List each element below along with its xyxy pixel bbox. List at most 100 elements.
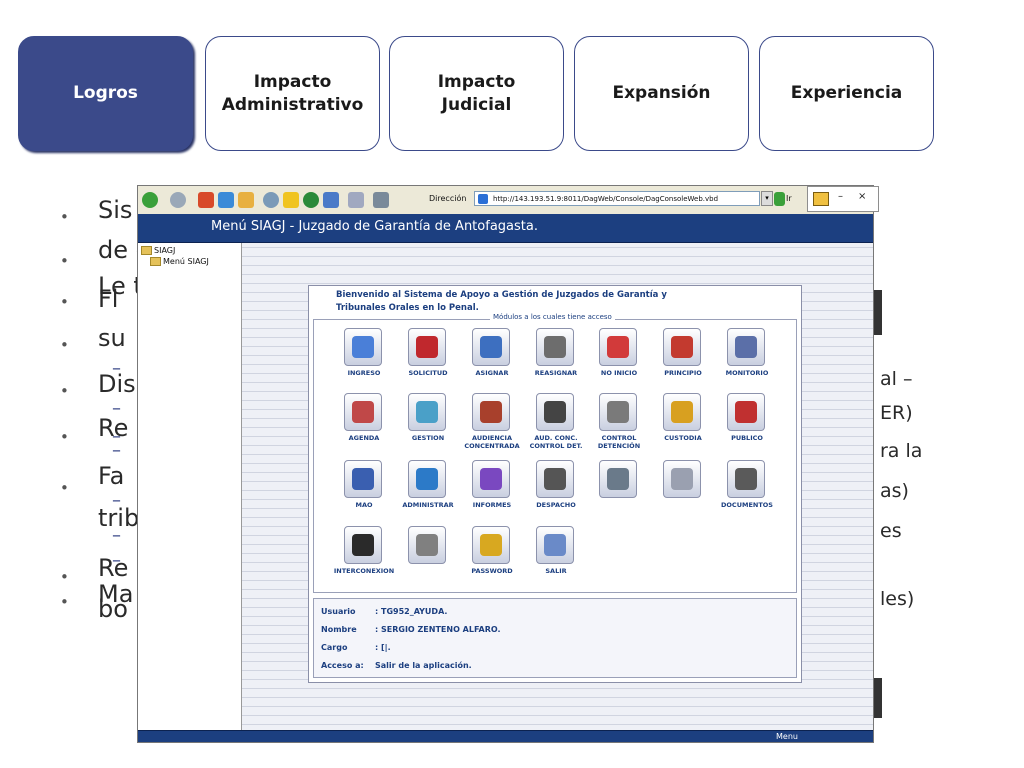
module-label: ASIGNAR bbox=[475, 369, 509, 377]
background-rule bbox=[242, 283, 873, 284]
module-aud-conc-control-det-button[interactable]: AUD. CONC. CONTROL DET. bbox=[521, 393, 591, 451]
module-tools-button[interactable] bbox=[393, 526, 463, 584]
module-agenda-button[interactable]: AGENDA bbox=[329, 393, 399, 451]
info-row-cargo: Cargo: [|. bbox=[321, 643, 391, 652]
info-key: Acceso a: bbox=[321, 661, 364, 670]
module-chart-button[interactable] bbox=[584, 460, 654, 518]
go-label[interactable]: Ir bbox=[786, 194, 792, 203]
bullet-dot: • bbox=[60, 336, 69, 354]
sub-bullet-text: ER) bbox=[880, 402, 913, 424]
stop-icon[interactable] bbox=[198, 192, 214, 208]
module-asignar-button[interactable]: ASIGNAR bbox=[457, 328, 527, 386]
modules-caption: Módulos a los cuales tiene acceso bbox=[490, 313, 615, 321]
tab-expansion[interactable]: Expansión bbox=[574, 36, 749, 151]
module-icon-frame bbox=[663, 460, 701, 498]
app-title-bar: Menú SIAGJ - Juzgado de Garantía de Anto… bbox=[138, 214, 873, 243]
tab-expansion-label: Expansión bbox=[612, 83, 711, 104]
tree-item-menu-siagj[interactable]: Menú SIAGJ bbox=[150, 257, 209, 266]
agenda-icon bbox=[352, 401, 374, 423]
module-icon-frame bbox=[472, 526, 510, 564]
mail-icon[interactable] bbox=[348, 192, 364, 208]
module-informes-button[interactable]: INFORMES bbox=[457, 460, 527, 518]
module-icon-frame bbox=[599, 460, 637, 498]
tree-item-label: Menú SIAGJ bbox=[163, 257, 209, 266]
welcome-text: Bienvenido al Sistema de Apoyo a Gestión… bbox=[336, 290, 667, 313]
module-monitorio-button[interactable]: MONITORIO bbox=[712, 328, 782, 386]
module-publico-button[interactable]: PUBLICO bbox=[712, 393, 782, 451]
info-value: : TG952_AYUDA. bbox=[375, 607, 448, 616]
tab-experiencia[interactable]: Experiencia bbox=[759, 36, 934, 151]
bullet-dot: • bbox=[60, 382, 69, 400]
sub-bullet-text: ra la bbox=[880, 440, 923, 462]
module-icon-frame bbox=[536, 526, 574, 564]
info-row-usuario: Usuario: TG952_AYUDA. bbox=[321, 607, 447, 616]
status-menu-label: Menu bbox=[776, 732, 798, 741]
tab-impacto-administrativo[interactable]: Impacto Administrativo bbox=[205, 36, 380, 151]
control-detencion-icon bbox=[607, 401, 629, 423]
module-arrow-button[interactable] bbox=[648, 460, 718, 518]
custodia-icon bbox=[671, 401, 693, 423]
module-despacho-button[interactable]: DESPACHO bbox=[521, 460, 591, 518]
module-salir-button[interactable]: SALIR bbox=[521, 526, 591, 584]
address-bar[interactable]: http://143.193.51.9:8011/DagWeb/Console/… bbox=[474, 191, 760, 206]
module-icon-frame bbox=[663, 328, 701, 366]
tab-experiencia-label: Experiencia bbox=[790, 83, 903, 104]
module-icon-frame bbox=[727, 460, 765, 498]
bullet-dot: • bbox=[60, 252, 69, 270]
module-icon-frame bbox=[599, 393, 637, 431]
bullet-dot: • bbox=[60, 428, 69, 446]
chart-icon bbox=[607, 468, 629, 490]
tree-item-siagj[interactable]: SIAGJ bbox=[141, 246, 175, 255]
background-rule bbox=[242, 715, 873, 716]
module-solicitud-button[interactable]: SOLICITUD bbox=[393, 328, 463, 386]
module-documentos-button[interactable]: DOCUMENTOS bbox=[712, 460, 782, 518]
module-audiencia-concentrada-button[interactable]: AUDIENCIA CONCENTRADA bbox=[457, 393, 527, 451]
address-dropdown-icon[interactable]: ▾ bbox=[761, 191, 773, 206]
module-icon-frame bbox=[536, 460, 574, 498]
module-icon-frame bbox=[408, 460, 446, 498]
module-custodia-button[interactable]: CUSTODIA bbox=[648, 393, 718, 451]
mao-icon bbox=[352, 468, 374, 490]
forward-icon[interactable] bbox=[170, 192, 186, 208]
go-icon[interactable] bbox=[774, 192, 785, 206]
minimize-button[interactable]: – bbox=[838, 191, 843, 202]
module-administrar-button[interactable]: ADMINISTRAR bbox=[393, 460, 463, 518]
module-reasignar-button[interactable]: REASIGNAR bbox=[521, 328, 591, 386]
search-icon[interactable] bbox=[263, 192, 279, 208]
module-principio-button[interactable]: PRINCIPIO bbox=[648, 328, 718, 386]
bullet-dot: • bbox=[60, 568, 69, 586]
module-label: CONTROL DETENCIÓN bbox=[597, 434, 641, 450]
media-icon[interactable] bbox=[303, 192, 319, 208]
background-rule bbox=[242, 724, 873, 725]
module-password-button[interactable]: PASSWORD bbox=[457, 526, 527, 584]
tab-impacto-judicial[interactable]: Impacto Judicial bbox=[389, 36, 564, 151]
no-inicio-icon bbox=[607, 336, 629, 358]
history-icon[interactable] bbox=[323, 192, 339, 208]
print-icon[interactable] bbox=[373, 192, 389, 208]
module-control-detencion-button[interactable]: CONTROL DETENCIÓN bbox=[584, 393, 654, 451]
main-content-area: Bienvenido al Sistema de Apoyo a Gestión… bbox=[242, 243, 873, 730]
tab-logros[interactable]: Logros bbox=[18, 36, 193, 151]
home-icon[interactable] bbox=[238, 192, 254, 208]
module-icon-frame bbox=[472, 328, 510, 366]
bullet-dot: • bbox=[60, 293, 69, 311]
back-icon[interactable] bbox=[142, 192, 158, 208]
favorites-icon[interactable] bbox=[283, 192, 299, 208]
address-label: Dirección bbox=[429, 194, 467, 203]
menu-tree-panel: SIAGJ Menú SIAGJ bbox=[138, 243, 242, 742]
module-gestion-button[interactable]: GESTION bbox=[393, 393, 463, 451]
module-ingreso-button[interactable]: INGRESO bbox=[329, 328, 399, 386]
module-label: AUD. CONC. CONTROL DET. bbox=[529, 434, 583, 450]
browser-toolbar: Dirección http://143.193.51.9:8011/DagWe… bbox=[138, 186, 873, 215]
module-label: DOCUMENTOS bbox=[721, 501, 773, 509]
asignar-icon bbox=[480, 336, 502, 358]
module-mao-button[interactable]: MAO bbox=[329, 460, 399, 518]
module-interconexion-button[interactable]: INTERCONEXION bbox=[329, 526, 399, 584]
refresh-icon[interactable] bbox=[218, 192, 234, 208]
close-button[interactable]: × bbox=[858, 191, 866, 202]
module-label: DESPACHO bbox=[536, 501, 576, 509]
module-label: MONITORIO bbox=[725, 369, 769, 377]
module-no-inicio-button[interactable]: NO INICIO bbox=[584, 328, 654, 386]
tree-item-label: SIAGJ bbox=[154, 246, 176, 255]
folder-icon bbox=[141, 246, 152, 255]
